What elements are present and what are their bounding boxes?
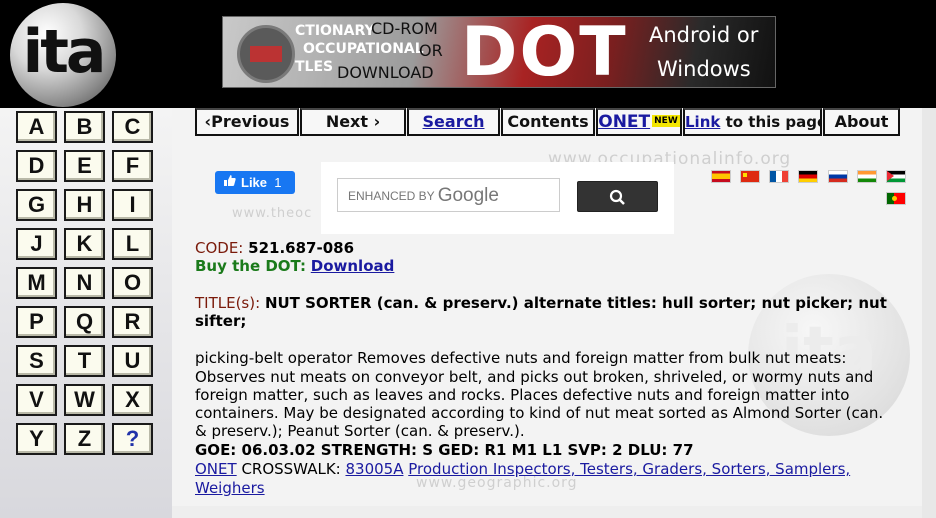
banner-dot-text: DOT [461, 16, 628, 88]
banner-right-line: Windows [657, 57, 751, 81]
like-label: Like [241, 175, 268, 190]
crosswalk-label: CROSSWALK: [236, 460, 346, 478]
buy-label: Buy the DOT: [195, 257, 306, 275]
crosswalk-line: ONET CROSSWALK: 83005A Production Inspec… [195, 460, 850, 478]
letter-button-j[interactable]: J [16, 228, 57, 260]
enhanced-by-label: ENHANCED BY [348, 189, 435, 203]
search-nav-button[interactable]: Search [407, 108, 500, 136]
previous-button[interactable]: ‹Previous [195, 108, 299, 136]
letter-button-e[interactable]: E [64, 150, 105, 182]
letter-button-h[interactable]: H [64, 189, 105, 221]
letter-button-a[interactable]: A [16, 111, 57, 143]
chinese-flag-icon[interactable] [740, 170, 760, 183]
search-nav-label: Search [422, 112, 485, 131]
letter-button-z[interactable]: Z [64, 423, 105, 455]
letter-button-c[interactable]: C [112, 111, 153, 143]
description-line: Observes nut meats on conveyor belt, and… [195, 368, 874, 386]
title-text: NUT SORTER (can. & preserv.) alternate t… [264, 294, 887, 312]
download-link[interactable]: Download [311, 257, 395, 275]
letter-button-k[interactable]: K [64, 228, 105, 260]
link-to-page-button[interactable]: Link to this page [683, 108, 822, 136]
german-flag-icon[interactable] [798, 170, 818, 183]
right-edge [922, 108, 936, 518]
letter-button-u[interactable]: U [112, 345, 153, 377]
google-wordmark: Google [437, 185, 499, 206]
link-rest-label: to this page [720, 113, 822, 131]
indian-flag-icon[interactable] [857, 170, 877, 183]
letter-button-n[interactable]: N [64, 267, 105, 299]
onet-label: ONET [598, 112, 651, 132]
letter-button-m[interactable]: M [16, 267, 57, 299]
letter-button-b[interactable]: B [64, 111, 105, 143]
french-flag-icon[interactable] [769, 170, 789, 183]
about-label: About [834, 112, 889, 131]
banner-right-line: Android or [649, 23, 759, 47]
contents-button[interactable]: Contents [501, 108, 595, 136]
watermark-left: www.theoc [232, 206, 313, 221]
portuguese-flag-icon[interactable] [886, 192, 906, 205]
banner-left-line: CTIONARY [295, 23, 375, 39]
search-input[interactable]: ENHANCED BY Google [337, 178, 560, 212]
russian-flag-icon[interactable] [828, 170, 848, 183]
banner-mid-line: OR [419, 41, 443, 60]
letter-button-p[interactable]: P [16, 306, 57, 338]
title-line-2: sifter; [195, 312, 247, 330]
search-submit-button[interactable] [577, 181, 658, 212]
description-line: & preserv.); Peanut Sorter (can. & prese… [195, 422, 525, 440]
palestinian-flag-icon[interactable] [886, 170, 906, 183]
letter-button-w[interactable]: W [64, 384, 105, 416]
banner-left-line: TLES [295, 59, 334, 75]
dot-banner-ad[interactable]: CTIONARY OCCUPATIONAL TLES CD-ROM OR DOW… [222, 16, 776, 88]
crosswalk-line-2: Weighers [195, 479, 265, 497]
letter-button-i[interactable]: I [112, 189, 153, 221]
goe-line: GOE: 06.03.02 STRENGTH: S GED: R1 M1 L1 … [195, 441, 694, 459]
logo-text: ita [22, 17, 107, 87]
search-icon [609, 189, 625, 205]
link-label: Link [685, 113, 721, 131]
previous-label: ‹Previous [204, 112, 290, 131]
banner-mid-line: DOWNLOAD [337, 63, 434, 82]
next-button[interactable]: Next › [300, 108, 406, 136]
letter-button-d[interactable]: D [16, 150, 57, 182]
letter-button-g[interactable]: G [16, 189, 57, 221]
about-button[interactable]: About [823, 108, 900, 136]
ita-logo[interactable]: ita [10, 3, 116, 107]
onet-button[interactable]: ONET NEW [596, 108, 682, 136]
crosswalk-code-link[interactable]: 83005A [345, 460, 403, 478]
description-line: picking-belt operator Removes defective … [195, 349, 847, 367]
crosswalk-title-link-cont[interactable]: Weighers [195, 479, 265, 497]
seal-icon [237, 25, 295, 83]
next-label: Next › [325, 112, 381, 131]
onet-link[interactable]: ONET [195, 460, 237, 478]
letter-button-t[interactable]: T [64, 345, 105, 377]
letter-button-help[interactable]: ? [112, 423, 153, 455]
letter-button-s[interactable]: S [16, 345, 57, 377]
letter-button-l[interactable]: L [112, 228, 153, 260]
contents-label: Contents [507, 112, 589, 131]
banner-left-line: OCCUPATIONAL [303, 41, 424, 57]
letter-button-x[interactable]: X [112, 384, 153, 416]
title-line-1: TITLE(s): NUT SORTER (can. & preserv.) a… [195, 294, 887, 312]
description-line: foreign matter, such as leaves and rocks… [195, 386, 850, 404]
spanish-flag-icon[interactable] [711, 170, 731, 183]
description-line: containers. May be designated according … [195, 404, 884, 422]
letter-button-f[interactable]: F [112, 150, 153, 182]
facebook-like-button[interactable]: Like 1 [215, 171, 295, 194]
thumbs-up-icon [223, 171, 237, 194]
code-line: CODE: 521.687-086 [195, 239, 354, 257]
letter-button-q[interactable]: Q [64, 306, 105, 338]
letter-button-v[interactable]: V [16, 384, 57, 416]
letter-button-o[interactable]: O [112, 267, 153, 299]
crosswalk-title-link[interactable]: Production Inspectors, Testers, Graders,… [408, 460, 850, 478]
letter-button-y[interactable]: Y [16, 423, 57, 455]
letter-button-r[interactable]: R [112, 306, 153, 338]
code-label: CODE: [195, 239, 244, 257]
buy-line: Buy the DOT: Download [195, 257, 394, 275]
banner-mid-line: CD-ROM [371, 19, 438, 38]
code-value: 521.687-086 [248, 239, 355, 257]
title-label: TITLE(s): [195, 294, 261, 312]
new-badge: NEW [652, 114, 680, 127]
like-count: 1 [274, 175, 282, 190]
